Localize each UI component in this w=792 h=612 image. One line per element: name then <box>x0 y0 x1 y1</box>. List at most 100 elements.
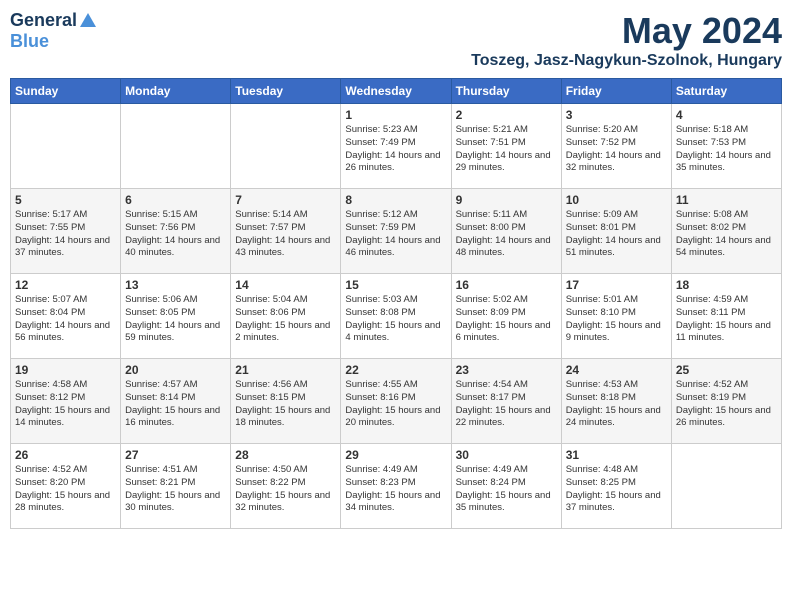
day-info: Sunrise: 5:04 AMSunset: 8:06 PMDaylight:… <box>235 294 336 345</box>
day-number: 12 <box>15 278 116 292</box>
calendar-cell-w4-d1: 19 Sunrise: 4:58 AMSunset: 8:12 PMDayligh… <box>11 359 121 444</box>
day-info: Sunrise: 4:57 AMSunset: 8:14 PMDaylight:… <box>125 379 226 430</box>
calendar-cell-w4-d3: 21 Sunrise: 4:56 AMSunset: 8:15 PMDayligh… <box>231 359 341 444</box>
week-row-2: 5 Sunrise: 5:17 AMSunset: 7:55 PMDaylight… <box>11 189 782 274</box>
calendar-cell-w5-d2: 27Sunrise: 4:51 AMSunset: 8:21 PMDayligh… <box>121 444 231 529</box>
header-sunday: Sunday <box>11 79 121 104</box>
calendar-cell-w2-d7: 11Sunrise: 5:08 AMSunset: 8:02 PMDayligh… <box>671 189 781 274</box>
day-info: Sunrise: 5:01 AMSunset: 8:10 PMDaylight:… <box>566 294 667 345</box>
month-year-title: May 2024 <box>471 10 782 52</box>
calendar-cell-w4-d5: 23 Sunrise: 4:54 AMSunset: 8:17 PMDayligh… <box>451 359 561 444</box>
calendar-cell-w2-d6: 10 Sunrise: 5:09 AMSunset: 8:01 PMDayligh… <box>561 189 671 274</box>
calendar-cell-w3-d2: 13 Sunrise: 5:06 AMSunset: 8:05 PMDayligh… <box>121 274 231 359</box>
day-info: Sunrise: 5:09 AMSunset: 8:01 PMDaylight:… <box>566 209 667 260</box>
day-info: Sunrise: 4:53 AMSunset: 8:18 PMDaylight:… <box>566 379 667 430</box>
day-number: 16 <box>456 278 557 292</box>
calendar-cell-w5-d7 <box>671 444 781 529</box>
header-monday: Monday <box>121 79 231 104</box>
day-number: 17 <box>566 278 667 292</box>
calendar-table: SundayMondayTuesdayWednesdayThursdayFrid… <box>10 78 782 529</box>
day-number: 24 <box>566 363 667 377</box>
calendar-cell-w2-d2: 6 Sunrise: 5:15 AMSunset: 7:56 PMDaylight… <box>121 189 231 274</box>
logo: General Blue <box>10 10 96 52</box>
calendar-cell-w5-d6: 31Sunrise: 4:48 AMSunset: 8:25 PMDayligh… <box>561 444 671 529</box>
day-info: Sunrise: 5:15 AMSunset: 7:56 PMDaylight:… <box>125 209 226 260</box>
day-info: Sunrise: 5:23 AMSunset: 7:49 PMDaylight:… <box>345 124 446 175</box>
week-row-4: 19 Sunrise: 4:58 AMSunset: 8:12 PMDayligh… <box>11 359 782 444</box>
calendar-cell-w5-d4: 29Sunrise: 4:49 AMSunset: 8:23 PMDayligh… <box>341 444 451 529</box>
calendar-cell-w1-d4: 1 Sunrise: 5:23 AMSunset: 7:49 PMDaylight… <box>341 104 451 189</box>
day-number: 23 <box>456 363 557 377</box>
calendar-cell-w3-d4: 15 Sunrise: 5:03 AMSunset: 8:08 PMDayligh… <box>341 274 451 359</box>
day-number: 13 <box>125 278 226 292</box>
day-number: 25 <box>676 363 777 377</box>
day-info: Sunrise: 4:59 AMSunset: 8:11 PMDaylight:… <box>676 294 777 345</box>
week-row-1: 1 Sunrise: 5:23 AMSunset: 7:49 PMDaylight… <box>11 104 782 189</box>
day-info: Sunrise: 5:12 AMSunset: 7:59 PMDaylight:… <box>345 209 446 260</box>
header-saturday: Saturday <box>671 79 781 104</box>
day-number: 15 <box>345 278 446 292</box>
day-info: Sunrise: 5:14 AMSunset: 7:57 PMDaylight:… <box>235 209 336 260</box>
day-number: 1 <box>345 108 446 122</box>
day-number: 9 <box>456 193 557 207</box>
day-info: Sunrise: 5:20 AMSunset: 7:52 PMDaylight:… <box>566 124 667 175</box>
header-row: SundayMondayTuesdayWednesdayThursdayFrid… <box>11 79 782 104</box>
day-info: Sunrise: 4:50 AMSunset: 8:22 PMDaylight:… <box>235 464 336 515</box>
calendar-cell-w4-d6: 24 Sunrise: 4:53 AMSunset: 8:18 PMDayligh… <box>561 359 671 444</box>
calendar-cell-w1-d1 <box>11 104 121 189</box>
day-info: Sunrise: 4:52 AMSunset: 8:20 PMDaylight:… <box>15 464 116 515</box>
day-info: Sunrise: 4:55 AMSunset: 8:16 PMDaylight:… <box>345 379 446 430</box>
calendar-cell-w1-d6: 3 Sunrise: 5:20 AMSunset: 7:52 PMDaylight… <box>561 104 671 189</box>
calendar-cell-w3-d6: 17 Sunrise: 5:01 AMSunset: 8:10 PMDayligh… <box>561 274 671 359</box>
day-number: 21 <box>235 363 336 377</box>
calendar-cell-w1-d2 <box>121 104 231 189</box>
day-number: 26 <box>15 448 116 462</box>
logo-triangle-icon <box>80 13 96 27</box>
day-number: 7 <box>235 193 336 207</box>
day-info: Sunrise: 5:06 AMSunset: 8:05 PMDaylight:… <box>125 294 226 345</box>
calendar-cell-w5-d3: 28 Sunrise: 4:50 AMSunset: 8:22 PMDayligh… <box>231 444 341 529</box>
header-friday: Friday <box>561 79 671 104</box>
day-info: Sunrise: 4:54 AMSunset: 8:17 PMDaylight:… <box>456 379 557 430</box>
calendar-cell-w1-d5: 2Sunrise: 5:21 AMSunset: 7:51 PMDaylight… <box>451 104 561 189</box>
page-header: General Blue May 2024 Toszeg, Jasz-Nagyk… <box>10 10 782 70</box>
day-info: Sunrise: 5:17 AMSunset: 7:55 PMDaylight:… <box>15 209 116 260</box>
day-info: Sunrise: 4:48 AMSunset: 8:25 PMDaylight:… <box>566 464 667 515</box>
day-number: 19 <box>15 363 116 377</box>
logo-blue-text: Blue <box>10 31 49 52</box>
header-wednesday: Wednesday <box>341 79 451 104</box>
day-number: 10 <box>566 193 667 207</box>
day-number: 28 <box>235 448 336 462</box>
day-info: Sunrise: 4:56 AMSunset: 8:15 PMDaylight:… <box>235 379 336 430</box>
calendar-cell-w5-d1: 26 Sunrise: 4:52 AMSunset: 8:20 PMDayligh… <box>11 444 121 529</box>
calendar-cell-w4-d2: 20 Sunrise: 4:57 AMSunset: 8:14 PMDayligh… <box>121 359 231 444</box>
calendar-cell-w5-d5: 30Sunrise: 4:49 AMSunset: 8:24 PMDayligh… <box>451 444 561 529</box>
calendar-cell-w3-d3: 14Sunrise: 5:04 AMSunset: 8:06 PMDayligh… <box>231 274 341 359</box>
calendar-cell-w1-d3 <box>231 104 341 189</box>
day-number: 27 <box>125 448 226 462</box>
week-row-3: 12Sunrise: 5:07 AMSunset: 8:04 PMDayligh… <box>11 274 782 359</box>
calendar-cell-w3-d5: 16 Sunrise: 5:02 AMSunset: 8:09 PMDayligh… <box>451 274 561 359</box>
day-number: 6 <box>125 193 226 207</box>
calendar-cell-w3-d1: 12Sunrise: 5:07 AMSunset: 8:04 PMDayligh… <box>11 274 121 359</box>
calendar-cell-w2-d3: 7 Sunrise: 5:14 AMSunset: 7:57 PMDaylight… <box>231 189 341 274</box>
calendar-cell-w2-d5: 9 Sunrise: 5:11 AMSunset: 8:00 PMDaylight… <box>451 189 561 274</box>
day-number: 4 <box>676 108 777 122</box>
day-number: 5 <box>15 193 116 207</box>
day-info: Sunrise: 4:49 AMSunset: 8:24 PMDaylight:… <box>456 464 557 515</box>
day-number: 11 <box>676 193 777 207</box>
calendar-cell-w4-d7: 25 Sunrise: 4:52 AMSunset: 8:19 PMDayligh… <box>671 359 781 444</box>
week-row-5: 26 Sunrise: 4:52 AMSunset: 8:20 PMDayligh… <box>11 444 782 529</box>
day-info: Sunrise: 5:18 AMSunset: 7:53 PMDaylight:… <box>676 124 777 175</box>
day-info: Sunrise: 5:11 AMSunset: 8:00 PMDaylight:… <box>456 209 557 260</box>
day-number: 20 <box>125 363 226 377</box>
header-tuesday: Tuesday <box>231 79 341 104</box>
day-number: 3 <box>566 108 667 122</box>
calendar-cell-w3-d7: 18Sunrise: 4:59 AMSunset: 8:11 PMDayligh… <box>671 274 781 359</box>
day-info: Sunrise: 5:02 AMSunset: 8:09 PMDaylight:… <box>456 294 557 345</box>
day-info: Sunrise: 4:52 AMSunset: 8:19 PMDaylight:… <box>676 379 777 430</box>
day-info: Sunrise: 4:49 AMSunset: 8:23 PMDaylight:… <box>345 464 446 515</box>
day-info: Sunrise: 4:58 AMSunset: 8:12 PMDaylight:… <box>15 379 116 430</box>
calendar-cell-w4-d4: 22Sunrise: 4:55 AMSunset: 8:16 PMDayligh… <box>341 359 451 444</box>
day-info: Sunrise: 5:03 AMSunset: 8:08 PMDaylight:… <box>345 294 446 345</box>
